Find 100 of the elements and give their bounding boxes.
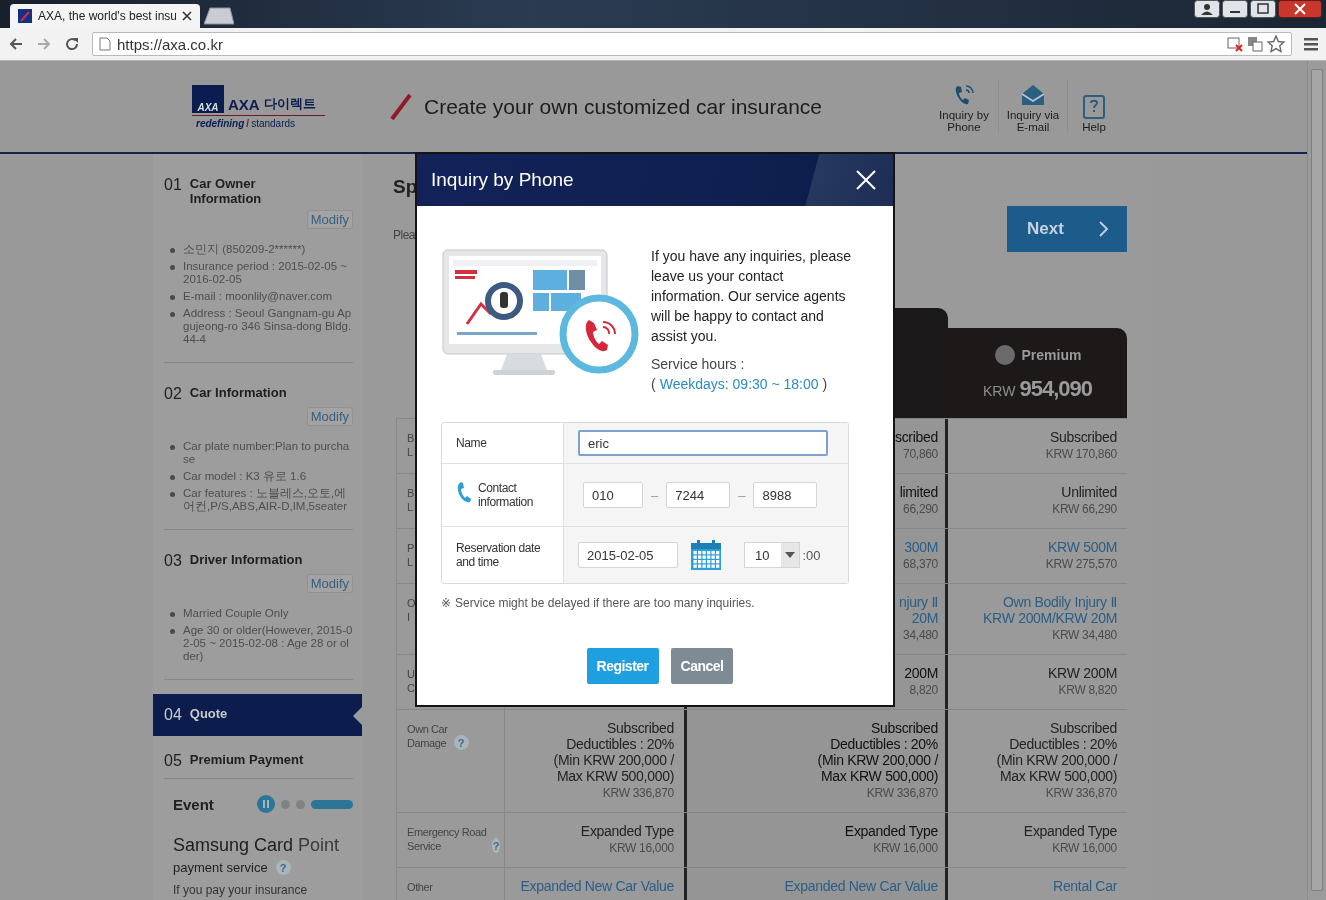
coverage-text: (Min KRW 200,000 / <box>553 752 674 768</box>
price-text: KRW 170,860 <box>1045 446 1117 463</box>
close-icon[interactable] <box>182 11 192 21</box>
back-icon[interactable] <box>8 36 24 52</box>
coverage-text: Max KRW 500,000) <box>556 768 674 784</box>
coverage-text: scribed <box>894 429 938 445</box>
phone-field[interactable]: 8988 <box>753 482 818 508</box>
price-text: KRW 8,820 <box>1058 682 1117 699</box>
separator-text: – <box>651 487 659 503</box>
detail-text: Address : Seoul Gangnam-gu Apgujeong-ro 346 Sinsa-dong Bldg. 44-4 <box>183 307 353 346</box>
parenthesis: ( <box>651 375 656 394</box>
caret-icon <box>781 543 800 567</box>
bullet-icon <box>170 492 175 497</box>
step-heading[interactable]: 05 Premium Payment <box>164 752 353 770</box>
coverage-text: Max KRW 500,000) <box>999 768 1117 784</box>
tagline-text: redefining <box>196 117 245 129</box>
help-icon <box>1083 94 1105 119</box>
price-text: KRW 336,870 <box>1045 785 1117 802</box>
minimize-icon[interactable] <box>1222 0 1248 18</box>
coverage-text: Deductibles : 20% <box>1009 736 1117 752</box>
next-button[interactable]: Next <box>1007 206 1127 252</box>
phone-icon <box>456 481 472 503</box>
coverage-text: (Min KRW 200,000 / <box>996 752 1117 768</box>
service-hours-value: Weekdays: 09:30 ~ 18:00 <box>659 375 819 394</box>
browser-tab[interactable]: AXA, the world's best insu <box>10 4 200 28</box>
bullet-icon <box>170 312 175 317</box>
bullet-icon <box>170 265 175 270</box>
coverage-text: Expanded Type <box>1023 823 1117 839</box>
detail-text: Car features : 노블레스,오토,에어컨,P/S,ABS,AIR-D,IM,5seater <box>183 487 348 513</box>
phone-field[interactable]: 010 <box>583 482 643 508</box>
reload-icon[interactable] <box>64 36 80 52</box>
logo-text[interactable]: 다이렉트 <box>263 94 316 113</box>
note-mark: ※ <box>441 596 452 610</box>
scroll-thumb[interactable] <box>1311 69 1323 891</box>
header-action[interactable]: Inquiry via E-mail <box>998 80 1067 133</box>
page-icon <box>99 37 111 51</box>
calendar-icon[interactable] <box>690 540 722 570</box>
field-label: Name <box>456 436 487 450</box>
bullet-icon <box>170 445 175 450</box>
detail-text: Insurance period : 2015-02-05 ~ 2016-02-05 <box>183 260 348 286</box>
blocked-popup-icon[interactable] <box>1227 36 1243 52</box>
price-text: 70,860 <box>903 446 938 463</box>
slash-icon <box>388 93 414 120</box>
row-label: Other <box>407 880 433 894</box>
detail-text: Car model : K3 유로 1.6 <box>183 470 307 483</box>
scrollbar[interactable] <box>1307 61 1326 900</box>
event-subtitle: payment service <box>173 860 268 875</box>
price-text: 66,290 <box>903 501 938 518</box>
logo-mark[interactable]: AXA <box>192 84 224 113</box>
price-text: KRW 16,000 <box>1052 840 1117 857</box>
close-icon[interactable] <box>1278 0 1322 18</box>
detail-text: 소민지 (850209-2******) <box>183 243 306 256</box>
hour-dropdown[interactable]: 10 <box>744 542 801 568</box>
detail-text: E-mail : moonlily@naver.com <box>183 290 333 303</box>
address-bar[interactable]: https://axa.co.kr <box>92 32 1292 56</box>
row-label: B L <box>407 486 414 514</box>
menu-icon[interactable] <box>1304 37 1318 51</box>
price-text: KRW 66,290 <box>1052 501 1117 518</box>
radio-icon[interactable] <box>993 344 1016 366</box>
coverage-text: Deductibles : 20% <box>830 736 938 752</box>
plan-header[interactable]: Premium KRW 954,090 <box>948 328 1127 418</box>
coverage-text: Subscribed <box>606 720 674 736</box>
date-field[interactable]: 2015-02-05 <box>578 542 678 568</box>
price-text: KRW 34,480 <box>1052 627 1117 644</box>
event-text: If you pay your insurance <box>173 883 309 897</box>
step-heading[interactable]: 01 Car Owner Information <box>164 176 353 206</box>
coverage-text: Subscribed <box>1049 720 1117 736</box>
coverage-text: Unlimited <box>1061 484 1117 500</box>
coverage-text: Subscribed <box>1049 429 1117 445</box>
phone-field[interactable]: 7244 <box>666 482 731 508</box>
step-heading[interactable]: 02 Car Information <box>164 385 353 403</box>
minutes-text: :00 <box>802 547 821 563</box>
header-action[interactable]: Help <box>1067 80 1120 133</box>
cancel-button[interactable]: Cancel <box>670 648 734 684</box>
coverage-text: Expanded Type <box>580 823 674 839</box>
row-label: P L <box>407 541 414 569</box>
new-tab-icon[interactable] <box>204 7 234 25</box>
intro-text: Plea <box>393 228 417 242</box>
bullet-icon <box>170 295 175 300</box>
coverage-text: Subscribed <box>870 720 938 736</box>
favicon-icon <box>18 9 32 23</box>
logo-text[interactable]: AXA <box>228 95 260 113</box>
chevron-right-icon <box>1099 221 1109 237</box>
maximize-icon[interactable] <box>1250 0 1276 18</box>
coverage-text: 200M <box>904 665 938 681</box>
pause-icon[interactable] <box>257 795 275 813</box>
price-text: KRW 16,000 <box>609 840 674 857</box>
star-icon[interactable] <box>1267 35 1285 53</box>
event-title: Samsung Card Point <box>173 835 341 856</box>
current-step[interactable]: 04 Quote <box>153 694 362 736</box>
user-icon[interactable] <box>1194 0 1220 18</box>
currency-text: KRW <box>983 383 1016 399</box>
register-button[interactable]: Register <box>586 648 659 684</box>
name-field[interactable]: eric <box>578 430 828 456</box>
detail-text: Car plate number:Plan to purchase <box>183 440 351 466</box>
tagline-slash: / <box>246 117 250 129</box>
header-action[interactable]: Inquiry by Phone <box>930 80 998 133</box>
price-text: KRW 336,870 <box>866 785 938 802</box>
translate-icon[interactable] <box>1247 36 1263 52</box>
step-heading[interactable]: 03 Driver Information <box>164 552 353 570</box>
